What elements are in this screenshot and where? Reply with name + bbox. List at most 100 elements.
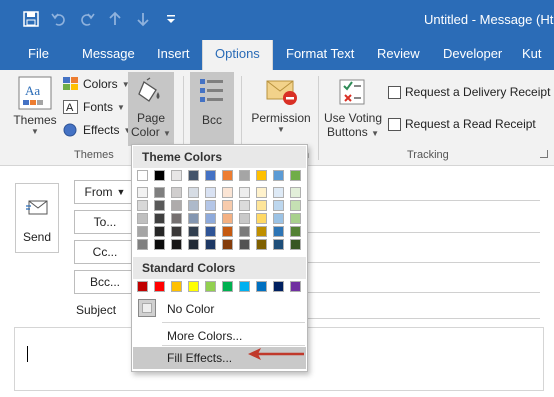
theme-shade-swatch[interactable] [256,213,267,224]
down-arrow-icon[interactable] [134,10,152,28]
undo-icon[interactable] [50,10,68,28]
redo-icon[interactable] [78,10,96,28]
theme-shade-swatch[interactable] [239,239,250,250]
theme-shade-swatch[interactable] [256,239,267,250]
theme-shade-swatch[interactable] [205,213,216,224]
tab-format-text[interactable]: Format Text [286,46,354,61]
theme-shade-swatch[interactable] [137,187,148,198]
theme-color-swatch[interactable] [205,170,216,181]
theme-shade-swatch[interactable] [171,239,182,250]
theme-shade-swatch[interactable] [290,200,301,211]
theme-shade-swatch[interactable] [205,226,216,237]
tab-options[interactable]: Options [202,40,273,70]
permission-button[interactable]: Permission ▼ [248,72,314,146]
up-arrow-icon[interactable] [106,10,124,28]
to-button[interactable]: To... [74,210,136,234]
theme-shade-swatch[interactable] [273,226,284,237]
theme-shade-swatch[interactable] [205,200,216,211]
theme-color-swatch[interactable] [239,170,250,181]
tab-file[interactable]: File [28,46,49,61]
theme-shade-swatch[interactable] [154,213,165,224]
theme-shade-swatch[interactable] [154,200,165,211]
standard-color-swatch[interactable] [222,281,233,292]
cc-button[interactable]: Cc... [74,240,136,264]
theme-shade-swatch[interactable] [222,213,233,224]
theme-shade-swatch[interactable] [171,226,182,237]
themes-button[interactable]: Aa Themes ▼ [10,74,60,146]
tab-developer[interactable]: Developer [443,46,502,61]
tab-insert[interactable]: Insert [157,46,190,61]
tab-review[interactable]: Review [377,46,420,61]
theme-shade-swatch[interactable] [154,239,165,250]
standard-color-swatch[interactable] [273,281,284,292]
theme-shade-swatch[interactable] [188,213,199,224]
read-receipt-checkbox[interactable]: Request a Read Receipt [388,117,536,131]
fonts-button[interactable]: A Fonts ▼ [63,100,125,114]
theme-color-swatch[interactable] [273,170,284,181]
theme-shade-swatch[interactable] [222,239,233,250]
customize-qat-icon[interactable] [162,10,180,28]
theme-color-swatch[interactable] [137,170,148,181]
more-colors-option[interactable]: More Colors... [133,325,306,347]
no-color-option[interactable]: No Color [133,298,306,320]
theme-shade-swatch[interactable] [188,226,199,237]
theme-color-swatch[interactable] [222,170,233,181]
send-button[interactable]: Send [15,183,59,253]
theme-shade-swatch[interactable] [188,187,199,198]
theme-shade-swatch[interactable] [188,239,199,250]
from-button[interactable]: From ▼ [74,180,136,204]
standard-color-swatch[interactable] [290,281,301,292]
theme-shade-swatch[interactable] [154,187,165,198]
theme-shade-swatch[interactable] [256,226,267,237]
standard-color-swatch[interactable] [256,281,267,292]
tab-kutools[interactable]: Kut [522,46,542,61]
bcc-button[interactable]: Bcc... [74,270,136,294]
theme-shade-swatch[interactable] [273,200,284,211]
theme-shade-swatch[interactable] [137,226,148,237]
standard-color-swatch[interactable] [239,281,250,292]
theme-shade-swatch[interactable] [290,239,301,250]
theme-shade-swatch[interactable] [239,226,250,237]
theme-color-swatch[interactable] [171,170,182,181]
theme-shade-swatch[interactable] [137,200,148,211]
save-icon[interactable] [22,10,40,28]
delivery-receipt-checkbox[interactable]: Request a Delivery Receipt [388,85,550,99]
theme-shade-swatch[interactable] [171,187,182,198]
effects-button[interactable]: Effects▼ [63,123,131,137]
theme-shade-swatch[interactable] [273,213,284,224]
theme-shade-swatch[interactable] [239,200,250,211]
colors-button[interactable]: Colors ▼ [63,77,130,91]
theme-shade-swatch[interactable] [171,213,182,224]
bcc-show-button[interactable]: Bcc [190,72,234,146]
theme-shade-swatch[interactable] [256,187,267,198]
standard-color-swatch[interactable] [188,281,199,292]
standard-color-swatch[interactable] [205,281,216,292]
tracking-dialog-launcher-icon[interactable] [540,150,548,158]
page-color-button[interactable]: Page Color ▼ [128,72,174,146]
standard-color-swatch[interactable] [154,281,165,292]
theme-shade-swatch[interactable] [222,200,233,211]
theme-shade-swatch[interactable] [239,213,250,224]
theme-shade-swatch[interactable] [154,226,165,237]
theme-shade-swatch[interactable] [290,213,301,224]
theme-shade-swatch[interactable] [205,187,216,198]
tab-message[interactable]: Message [82,46,135,61]
theme-color-swatch[interactable] [256,170,267,181]
theme-shade-swatch[interactable] [188,200,199,211]
theme-shade-swatch[interactable] [205,239,216,250]
theme-shade-swatch[interactable] [290,226,301,237]
theme-color-swatch[interactable] [154,170,165,181]
theme-shade-swatch[interactable] [239,187,250,198]
theme-shade-swatch[interactable] [256,200,267,211]
theme-shade-swatch[interactable] [273,187,284,198]
theme-shade-swatch[interactable] [222,187,233,198]
standard-color-swatch[interactable] [137,281,148,292]
theme-shade-swatch[interactable] [222,226,233,237]
voting-buttons-button[interactable]: Use Voting Buttons ▼ [322,72,384,146]
theme-shade-swatch[interactable] [137,213,148,224]
theme-shade-swatch[interactable] [137,239,148,250]
standard-color-swatch[interactable] [171,281,182,292]
theme-shade-swatch[interactable] [273,239,284,250]
theme-color-swatch[interactable] [290,170,301,181]
theme-shade-swatch[interactable] [290,187,301,198]
